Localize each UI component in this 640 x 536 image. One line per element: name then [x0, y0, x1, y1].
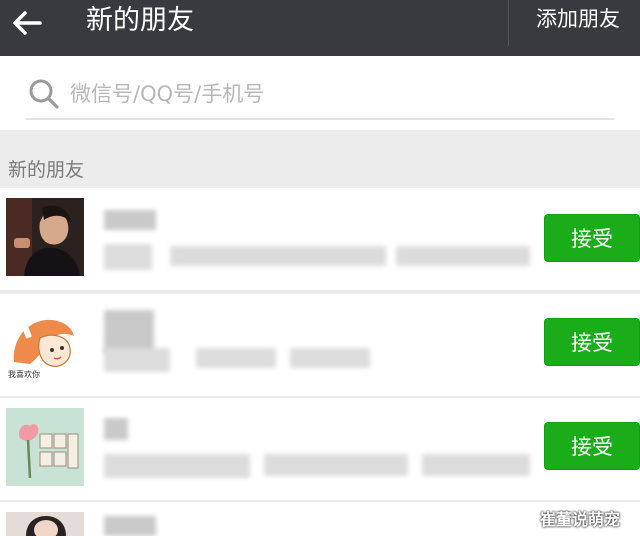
watermark: 崔董说萌宠 — [540, 510, 621, 529]
friend-request-row[interactable]: 接受 — [0, 398, 640, 502]
message-blurred — [264, 454, 408, 476]
message-blurred — [170, 246, 386, 266]
message-blurred — [396, 246, 530, 266]
page-title: 新的朋友 — [86, 5, 194, 36]
message-blurred — [290, 348, 370, 368]
search-bar — [0, 56, 640, 130]
avatar[interactable]: 我喜欢你 — [6, 304, 84, 382]
avatar[interactable] — [6, 198, 84, 276]
nickname-blurred — [104, 418, 128, 440]
section-title: 新的朋友 — [8, 159, 85, 181]
friend-request-row[interactable]: 接受 — [0, 188, 640, 292]
accept-button[interactable]: 接受 — [544, 422, 640, 470]
top-bar: 新的朋友 添加朋友 — [0, 0, 640, 56]
nickname-blurred — [104, 210, 156, 230]
back-arrow-icon[interactable] — [10, 6, 44, 40]
accept-button[interactable]: 接受 — [544, 318, 640, 366]
avatar-caption: 我喜欢你 — [8, 370, 40, 379]
header-divider — [508, 0, 509, 46]
message-blurred — [104, 348, 170, 372]
accept-button[interactable]: 接受 — [544, 214, 640, 262]
friend-request-row[interactable]: 我喜欢你 接受 — [0, 294, 640, 398]
search-input[interactable] — [70, 80, 570, 108]
search-icon — [29, 79, 59, 109]
add-friend-button[interactable]: 添加朋友 — [536, 6, 620, 32]
message-blurred — [196, 348, 276, 368]
avatar[interactable] — [6, 408, 84, 486]
nickname-blurred — [104, 516, 156, 536]
search-underline — [26, 118, 614, 120]
message-blurred — [104, 454, 250, 478]
avatar[interactable] — [6, 512, 84, 536]
section-header: 新的朋友 — [0, 130, 640, 188]
message-blurred — [422, 454, 530, 476]
row-divider — [0, 290, 640, 292]
message-blurred — [104, 244, 152, 270]
